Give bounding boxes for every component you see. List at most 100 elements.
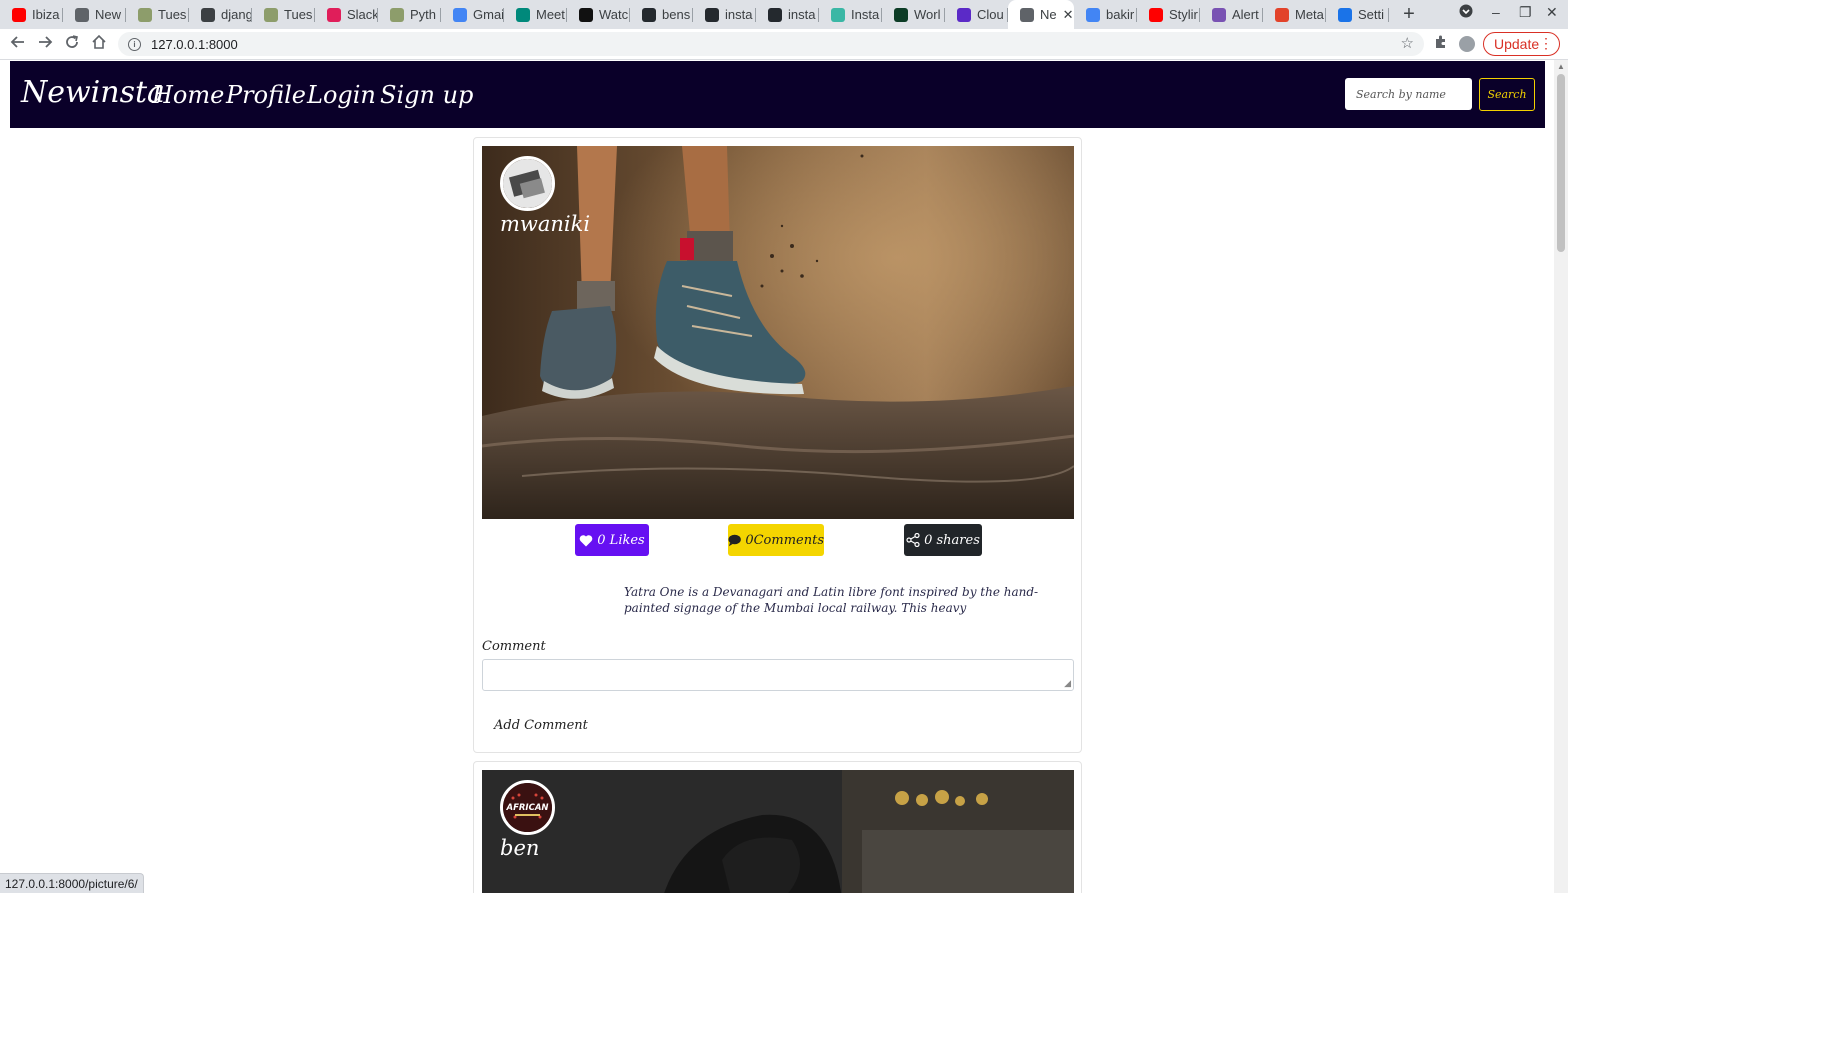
profile-avatar-icon[interactable] bbox=[1459, 36, 1475, 52]
comment-textarea[interactable]: ◢ bbox=[482, 659, 1074, 691]
nav-link-login[interactable]: Login bbox=[307, 81, 376, 109]
update-button[interactable]: Update ⋮ bbox=[1483, 32, 1560, 56]
user-avatar[interactable] bbox=[500, 156, 555, 211]
extensions-puzzle-icon[interactable] bbox=[1433, 34, 1448, 53]
close-tab-icon[interactable]: ✕ bbox=[1063, 7, 1074, 23]
browser-tab[interactable]: insta bbox=[756, 0, 819, 29]
comments-count: 0Comments bbox=[745, 532, 824, 548]
add-comment-button[interactable]: Add Comment bbox=[494, 718, 588, 733]
meta-icon bbox=[1275, 7, 1289, 22]
google-icon bbox=[453, 7, 467, 22]
post-username[interactable]: mwaniki bbox=[500, 212, 590, 236]
browser-tab[interactable]: Worl bbox=[882, 0, 945, 29]
likes-button[interactable]: 0 Likes bbox=[575, 524, 649, 556]
tab-search-icon[interactable] bbox=[1459, 4, 1473, 21]
browser-tab[interactable]: bakir bbox=[1074, 0, 1137, 29]
tab-label: Insta bbox=[851, 7, 880, 22]
browser-tab[interactable]: insta bbox=[693, 0, 756, 29]
search-input[interactable] bbox=[1345, 78, 1472, 110]
tab-label: insta bbox=[788, 7, 816, 22]
reload-icon[interactable] bbox=[64, 34, 80, 55]
meet-icon bbox=[516, 7, 530, 22]
youtube-icon bbox=[12, 7, 26, 22]
woman-portrait-photo bbox=[482, 770, 1074, 893]
post-caption: Yatra One is a Devanagari and Latin libr… bbox=[624, 585, 1039, 615]
resize-grip-icon[interactable]: ◢ bbox=[1064, 679, 1071, 689]
browser-tab[interactable]: Alert bbox=[1200, 0, 1263, 29]
browser-tab[interactable]: djang bbox=[189, 0, 252, 29]
brand-logo[interactable]: Newinsta bbox=[21, 75, 165, 110]
browser-tab[interactable]: Gmai bbox=[441, 0, 504, 29]
browser-tab[interactable]: Setti bbox=[1326, 0, 1389, 29]
tab-label: bakir bbox=[1106, 7, 1135, 22]
page-scrollbar[interactable]: ▲ bbox=[1554, 60, 1568, 893]
comment-label: Comment bbox=[482, 639, 546, 654]
likes-count: 0 Likes bbox=[597, 532, 645, 548]
browser-tab[interactable]: Watc bbox=[567, 0, 630, 29]
globe-icon bbox=[1020, 7, 1034, 22]
browser-tab[interactable]: Tues bbox=[252, 0, 315, 29]
forward-icon[interactable] bbox=[37, 34, 53, 55]
browser-tab[interactable]: Meta bbox=[1263, 0, 1326, 29]
browser-tab[interactable]: Stylir bbox=[1137, 0, 1200, 29]
user-avatar[interactable]: AFRICAN bbox=[500, 780, 555, 835]
google-icon bbox=[1086, 7, 1100, 22]
tab-label: djang bbox=[221, 7, 252, 22]
close-window-icon[interactable]: ✕ bbox=[1546, 4, 1558, 21]
browser-tab[interactable]: Ne ✕ bbox=[1008, 0, 1074, 29]
tab-label: Gmai bbox=[473, 7, 504, 22]
tab-label: Clou bbox=[977, 7, 1004, 22]
browser-tab[interactable]: New bbox=[63, 0, 126, 29]
new-tab-button[interactable]: + bbox=[1399, 3, 1419, 26]
restore-icon[interactable]: ❐ bbox=[1519, 4, 1532, 21]
search-button[interactable]: Search bbox=[1479, 78, 1535, 111]
bootstrap-icon bbox=[1212, 7, 1226, 22]
tab-label: Slack bbox=[347, 7, 378, 22]
browser-tab[interactable]: Tues bbox=[126, 0, 189, 29]
post-username[interactable]: ben bbox=[500, 836, 539, 860]
minimize-icon[interactable]: – bbox=[1492, 4, 1500, 20]
django-icon bbox=[894, 7, 908, 22]
tree-icon bbox=[264, 7, 278, 22]
browser-tab[interactable]: Insta bbox=[819, 0, 882, 29]
cloud-icon bbox=[957, 7, 971, 22]
post-image[interactable]: AFRICAN ben bbox=[482, 770, 1074, 893]
x-icon bbox=[831, 7, 845, 22]
gear-icon bbox=[1338, 7, 1352, 22]
nav-link-profile[interactable]: Profile bbox=[226, 81, 306, 109]
nav-link-signup[interactable]: Sign up bbox=[380, 81, 473, 109]
back-icon[interactable] bbox=[10, 34, 26, 55]
browser-tab[interactable]: Pyth bbox=[378, 0, 441, 29]
tab-label: Watc bbox=[599, 7, 629, 22]
slack-icon bbox=[327, 7, 341, 22]
tab-label: Setti bbox=[1358, 7, 1385, 22]
github-icon bbox=[768, 7, 782, 22]
github-icon bbox=[705, 7, 719, 22]
browser-tab[interactable]: bens bbox=[630, 0, 693, 29]
browser-tab[interactable]: Ibiza bbox=[0, 0, 63, 29]
browser-tab[interactable]: Slack bbox=[315, 0, 378, 29]
home-icon[interactable] bbox=[91, 34, 107, 55]
nav-link-home[interactable]: Home bbox=[152, 81, 224, 109]
tab-label: Stylir bbox=[1169, 7, 1198, 22]
menu-dots-icon[interactable]: ⋮ bbox=[1539, 35, 1553, 52]
tab-label: Alert bbox=[1232, 7, 1259, 22]
comments-button[interactable]: 0Comments bbox=[728, 524, 824, 556]
comment-bubble-icon bbox=[728, 534, 741, 546]
doc-icon bbox=[201, 7, 215, 22]
tree-icon bbox=[390, 7, 404, 22]
link-status-bar: 127.0.0.1:8000/picture/6/ bbox=[0, 873, 144, 893]
address-bar[interactable]: i 127.0.0.1:8000 ☆ bbox=[118, 32, 1424, 56]
browser-tab[interactable]: Clou bbox=[945, 0, 1008, 29]
shares-button[interactable]: 0 shares bbox=[904, 524, 982, 556]
post-card: mwaniki 0 Likes 0Comments 0 shares Yatra… bbox=[473, 137, 1082, 753]
browser-tab[interactable]: Meet bbox=[504, 0, 567, 29]
scrollbar-thumb[interactable] bbox=[1557, 74, 1565, 252]
bookmark-star-icon[interactable]: ☆ bbox=[1401, 34, 1414, 52]
site-info-icon[interactable]: i bbox=[128, 37, 141, 51]
post-image[interactable]: mwaniki bbox=[482, 146, 1074, 519]
avatar-logo-text: AFRICAN bbox=[505, 803, 548, 813]
site-navbar: Newinsta Home Profile Login Sign up Sear… bbox=[10, 61, 1545, 128]
youtube-icon bbox=[1149, 7, 1163, 22]
scroll-up-arrow-icon[interactable]: ▲ bbox=[1557, 62, 1565, 71]
